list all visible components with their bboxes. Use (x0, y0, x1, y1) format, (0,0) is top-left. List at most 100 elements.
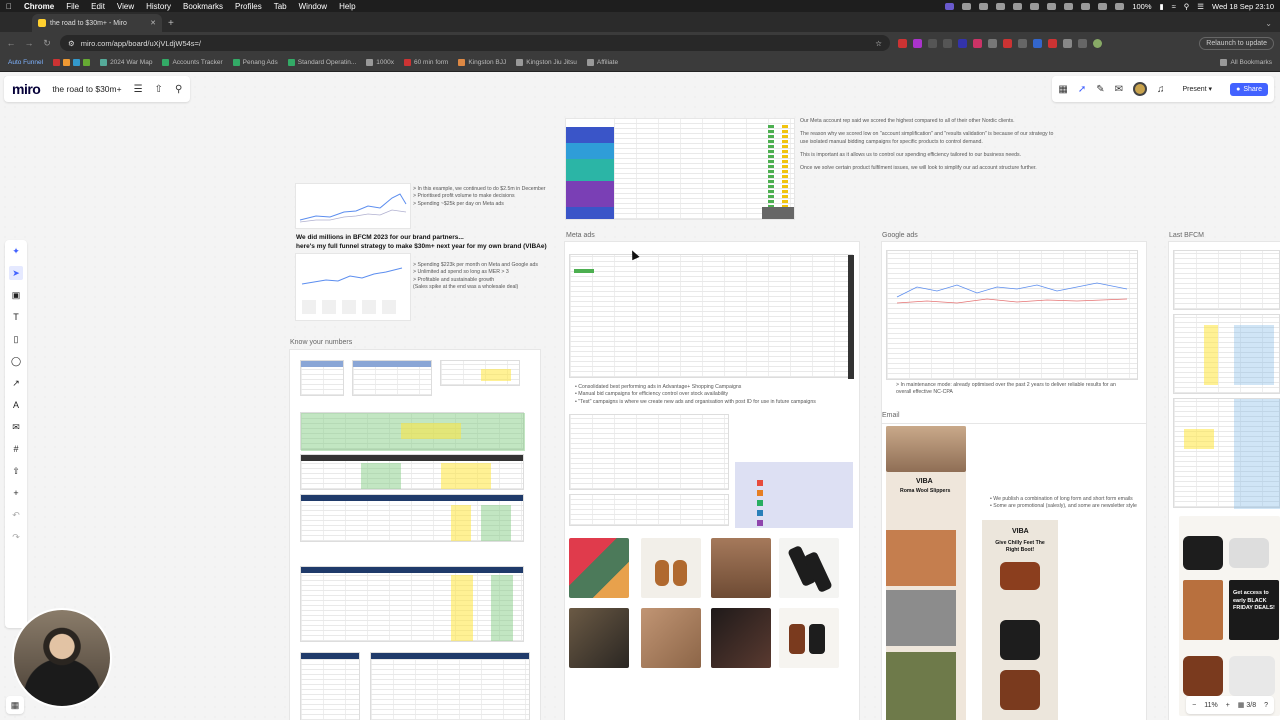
extension-icon[interactable] (1003, 38, 1012, 48)
notifications-icon[interactable]: ♫ (1157, 84, 1165, 95)
extension-icon[interactable] (1048, 38, 1057, 48)
miro-logo[interactable]: miro (12, 81, 41, 97)
new-tab-icon[interactable]: + (168, 18, 174, 29)
frame-know-your-numbers[interactable] (290, 350, 540, 720)
all-bookmarks[interactable]: All Bookmarks (1220, 59, 1272, 66)
frame-last-bfcm[interactable]: Get access to early BLACK FRIDAY DEALS! (1169, 242, 1280, 720)
templates-icon[interactable]: ▣ (9, 288, 23, 302)
reload-icon[interactable]: ↻ (42, 38, 52, 49)
menu-help[interactable]: Help (339, 2, 355, 11)
menu-window[interactable]: Window (299, 2, 327, 11)
extension-icon[interactable] (1018, 38, 1027, 48)
extension-icon[interactable] (988, 38, 997, 48)
menu-history[interactable]: History (146, 2, 171, 11)
status-icon[interactable] (1064, 2, 1074, 10)
frame-email[interactable]: VIBA Roma Wool Slippers • We publish a c… (882, 424, 1146, 720)
present-button[interactable]: Present ▾ (1174, 82, 1220, 96)
menu-icon[interactable]: ☰ (134, 84, 143, 95)
apps-icon[interactable]: ▦ (1058, 84, 1067, 95)
bookmark-item[interactable]: 60 min form (404, 59, 448, 66)
bookmark-star-icon[interactable]: ☆ (875, 39, 882, 48)
bookmark-item[interactable]: Standard Operatin... (287, 59, 356, 66)
browser-tab[interactable]: the road to $30m+ - Miro ✕ (32, 14, 162, 32)
forward-icon[interactable]: → (24, 38, 34, 48)
menu-file[interactable]: File (66, 2, 79, 11)
share-button[interactable]: ● Share (1230, 82, 1268, 96)
back-icon[interactable]: ← (6, 38, 16, 48)
upload-icon[interactable]: ⇧ (9, 464, 23, 478)
board-headline[interactable]: We did millions in BFCM 2023 for our bra… (296, 234, 547, 252)
pages-indicator[interactable]: ▦ 3/8 (1238, 701, 1256, 709)
menu-profiles[interactable]: Profiles (235, 2, 262, 11)
menu-view[interactable]: View (117, 2, 134, 11)
frame-icon[interactable]: # (9, 442, 23, 456)
status-icon[interactable] (1030, 2, 1040, 10)
extension-icon[interactable] (943, 38, 952, 48)
bookmark-item[interactable]: 2024 War Map (100, 59, 152, 66)
shapes-icon[interactable]: ◯ (9, 354, 23, 368)
bookmark-item[interactable]: Auto Funnel (8, 59, 43, 66)
status-icon[interactable] (1047, 2, 1057, 10)
bookmark-item[interactable]: Kingston Jiu Jitsu (516, 59, 577, 66)
profile-avatar[interactable] (1093, 38, 1102, 48)
extension-icon[interactable] (898, 38, 907, 48)
clock[interactable]: Wed 18 Sep 23:10 (1212, 2, 1274, 11)
extension-icon[interactable] (928, 38, 937, 48)
avatar[interactable] (1132, 82, 1147, 96)
bookmark-item[interactable]: Accounts Tracker (162, 59, 223, 66)
status-icon[interactable] (996, 2, 1006, 10)
zoom-in-icon[interactable]: + (1226, 702, 1230, 709)
select-tool-icon[interactable]: ➤ (9, 266, 23, 280)
site-info-icon[interactable]: ⚙ (68, 39, 75, 48)
zoom-level[interactable]: 11% (1204, 702, 1218, 709)
menu-tab[interactable]: Tab (274, 2, 287, 11)
board-name[interactable]: the road to $30m+ (52, 84, 121, 94)
miro-canvas[interactable]: miro the road to $30m+ ☰ ⇧ ⚲ ▦ ➚ ✎ ✉ ♫ P… (0, 72, 1280, 720)
bookmark-item[interactable]: Penang Ads (232, 59, 278, 66)
bookmark-folder[interactable]: Affiliate (586, 59, 618, 66)
relaunch-button[interactable]: Relaunch to update (1199, 36, 1274, 50)
redo-icon[interactable]: ↷ (9, 530, 23, 544)
extension-icon[interactable] (958, 38, 967, 48)
menu-app-name[interactable]: Chrome (24, 2, 54, 11)
frame-label-google-ads[interactable]: Google ads (882, 232, 918, 239)
comment-icon[interactable]: ✉ (9, 420, 23, 434)
status-icon[interactable] (1098, 2, 1108, 10)
help-icon[interactable]: ? (1264, 702, 1268, 709)
bookmark-item[interactable]: Kingston BJJ (458, 59, 506, 66)
undo-icon[interactable]: ↶ (9, 508, 23, 522)
url-bar[interactable]: ⚙ miro.com/app/board/uXjVLdjW54s=/ ☆ (60, 35, 890, 51)
menu-edit[interactable]: Edit (91, 2, 105, 11)
frames-panel-icon[interactable]: ▦ (6, 696, 24, 714)
bookmark-folder[interactable]: 1000x (366, 59, 394, 66)
menu-bookmarks[interactable]: Bookmarks (183, 2, 223, 11)
close-tab-icon[interactable]: ✕ (150, 19, 156, 27)
status-icon[interactable] (1081, 2, 1091, 10)
select-cursor-icon[interactable]: ➚ (1078, 84, 1086, 95)
extension-icon[interactable] (913, 38, 922, 48)
reactions-icon[interactable]: ✎ (1096, 84, 1104, 95)
extension-icon[interactable] (1063, 38, 1072, 48)
revenue-chart-thumbnail[interactable] (296, 184, 410, 228)
tab-search-icon[interactable]: ⌄ (1265, 19, 1272, 28)
apple-icon[interactable]:  (6, 2, 12, 11)
sticky-note-icon[interactable]: ▯ (9, 332, 23, 346)
status-icon[interactable] (1013, 2, 1023, 10)
status-icon[interactable] (1115, 2, 1125, 10)
search-icon[interactable]: ⚲ (175, 84, 182, 95)
search-icon[interactable]: ⚲ (1184, 2, 1190, 11)
status-icon[interactable] (945, 2, 955, 10)
frame-label-email[interactable]: Email (882, 412, 900, 419)
extensions-puzzle-icon[interactable] (1078, 38, 1087, 48)
pen-icon[interactable]: A (9, 398, 23, 412)
battery-icon[interactable]: ▮ (1160, 2, 1164, 11)
more-tools-icon[interactable]: + (9, 486, 23, 500)
wifi-icon[interactable]: ≈ (1172, 2, 1176, 11)
frame-label-meta-ads[interactable]: Meta ads (566, 232, 595, 239)
comments-icon[interactable]: ✉ (1115, 84, 1123, 95)
frame-label-know-your-numbers[interactable]: Know your numbers (290, 339, 352, 346)
meta-scorecard-image[interactable] (566, 119, 794, 219)
text-tool-icon[interactable]: T (9, 310, 23, 324)
control-center-icon[interactable]: ☰ (1197, 2, 1204, 11)
status-icon[interactable] (962, 2, 972, 10)
